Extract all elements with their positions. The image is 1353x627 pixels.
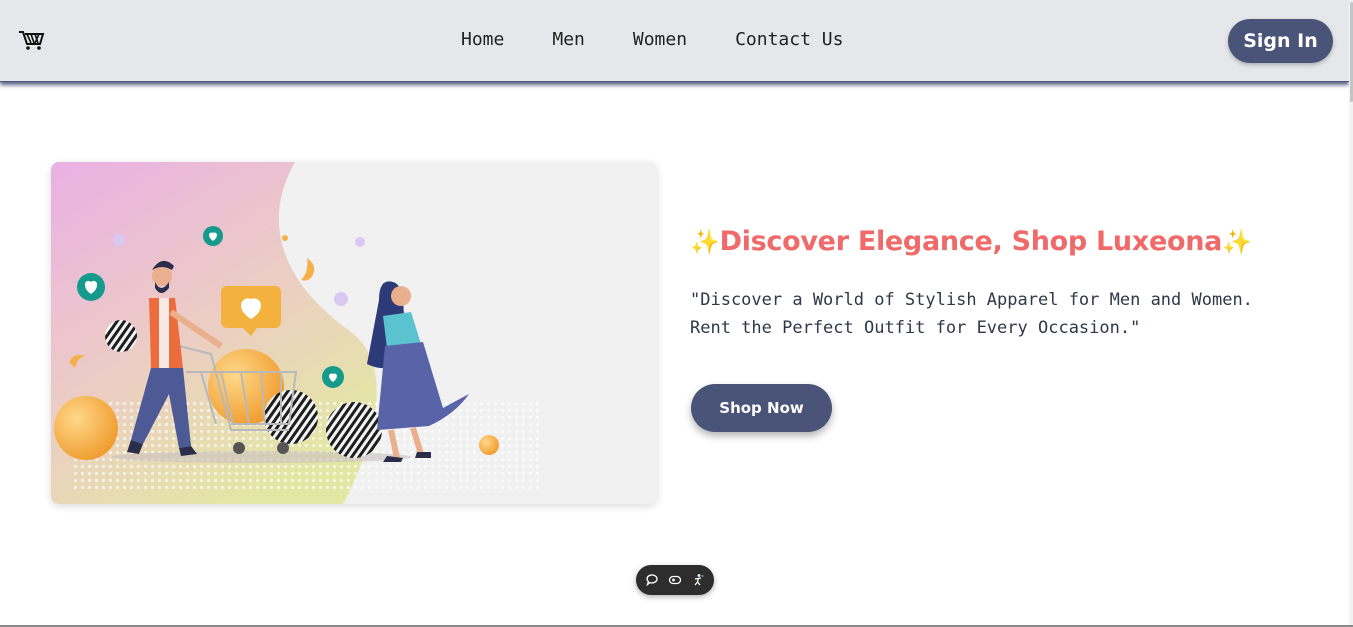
- floating-toolbar: [636, 565, 714, 595]
- navbar: Home Men Women Contact Us Sign In: [0, 0, 1349, 82]
- sign-in-button[interactable]: Sign In: [1228, 19, 1333, 63]
- hero-title: ✨Discover Elegance, Shop Luxeona✨: [690, 226, 1252, 257]
- nav-link-contact-us[interactable]: Contact Us: [735, 29, 843, 50]
- hero-description-line-2: Rent the Perfect Outfit for Every Occasi…: [690, 318, 1141, 338]
- nav-link-men[interactable]: Men: [552, 29, 585, 50]
- chat-icon[interactable]: [645, 573, 659, 587]
- hero-title-text: Discover Elegance, Shop Luxeona: [719, 226, 1223, 257]
- nav-links: Home Men Women Contact Us: [461, 29, 891, 50]
- hero-description: "Discover a World of Stylish Apparel for…: [690, 286, 1330, 342]
- sparkle-icon: ✨: [690, 228, 720, 256]
- nav-link-women[interactable]: Women: [633, 29, 687, 50]
- shop-now-button[interactable]: Shop Now: [691, 384, 832, 432]
- sparkle-icon: ✨: [1222, 228, 1252, 256]
- hero-illustration: [51, 162, 657, 504]
- eye-icon[interactable]: [668, 573, 682, 587]
- shopping-cart-logo-icon[interactable]: [18, 29, 46, 51]
- hero-description-line-1: "Discover a World of Stylish Apparel for…: [690, 290, 1253, 310]
- scrollbar[interactable]: [1349, 0, 1353, 627]
- accessibility-icon[interactable]: [691, 573, 705, 587]
- nav-link-home[interactable]: Home: [461, 29, 504, 50]
